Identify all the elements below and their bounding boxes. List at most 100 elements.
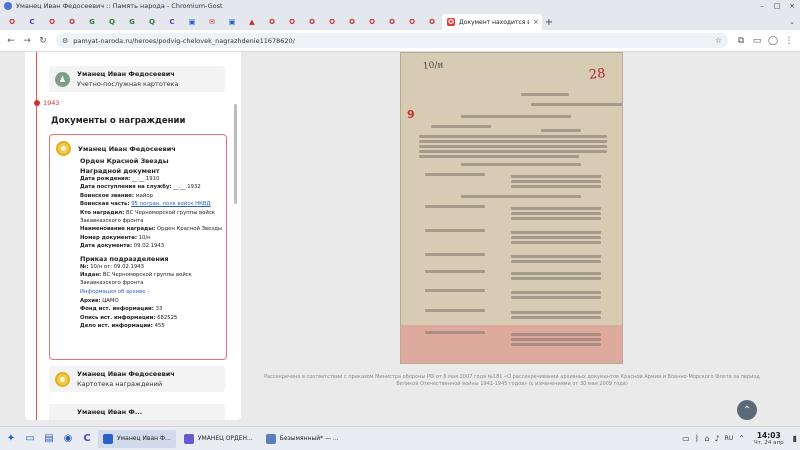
taskbar-task[interactable]: УМАНЕЦ ОРДЕН...	[179, 430, 258, 448]
display-icon[interactable]: ▭	[682, 434, 690, 443]
browser-tab[interactable]: ✪	[282, 14, 302, 30]
browser-tab[interactable]: ✪	[422, 14, 442, 30]
card-service-record[interactable]: ♟ Уманец Иван Федосеевич Учетно-послужна…	[49, 66, 225, 92]
network-icon[interactable]: ⌂	[704, 434, 709, 443]
browser-tab[interactable]: ✪	[342, 14, 362, 30]
tab-favicon-icon: C	[29, 18, 35, 26]
browser-tab[interactable]: ✪	[302, 14, 322, 30]
document-red-mark: 9	[407, 108, 415, 121]
section-title: Документы о награждении	[51, 116, 186, 126]
show-desktop-icon[interactable]: ▮	[793, 434, 797, 443]
browser-tab[interactable]: ✪	[382, 14, 402, 30]
browser-tab[interactable]: ✪	[262, 14, 282, 30]
forward-arrow-icon[interactable]: →	[20, 34, 34, 48]
browser-tab[interactable]: C	[162, 14, 182, 30]
document-text-line	[511, 311, 601, 314]
browser-tab[interactable]: G	[122, 14, 142, 30]
close-window-icon[interactable]: ×	[788, 2, 796, 10]
tab-favicon-icon: ✪	[9, 18, 15, 26]
tab-favicon-icon: ✪	[389, 18, 395, 26]
minimize-icon[interactable]: –	[758, 2, 766, 10]
tab-favicon-icon: Q	[149, 18, 155, 26]
tab-search-icon[interactable]: ⌄	[784, 14, 800, 30]
profile-icon[interactable]: ◯	[766, 34, 780, 48]
document-text-line	[511, 217, 601, 220]
award-field-row: №: 10/н от: 09.02.1943	[80, 263, 225, 271]
field-label: Издан:	[80, 272, 102, 279]
browser-tab[interactable]: ✪	[62, 14, 82, 30]
military-unit-link[interactable]: 95 погран. полк войск НКВД	[131, 201, 210, 207]
browser-tab[interactable]: ▲	[242, 14, 262, 30]
tab-strip: ✪ C ✪ ✪ G Q G Q C ▣ ✉ ▣ ▲ ✪ ✪ ✪ ✪ ✪ ✪ ✪ ✪ ✪ ✪ Документ находитс…	[0, 12, 800, 30]
chevron-up-icon: ⌃	[742, 404, 752, 416]
extensions-icon[interactable]: ⧉	[734, 34, 748, 48]
browser-tab[interactable]: ✪	[322, 14, 342, 30]
browser-tab[interactable]: Q	[142, 14, 162, 30]
award-field-row: Номер документа: 10/н	[80, 234, 225, 242]
document-handwritten-number: 10/н	[422, 60, 444, 72]
menu-kebab-icon[interactable]: ⋮	[782, 34, 796, 48]
start-menu-icon[interactable]: ✦	[3, 431, 19, 447]
tab-title: Документ находится в: ...	[459, 18, 529, 26]
browser-tab[interactable]: ✪	[402, 14, 422, 30]
field-value: 682525	[157, 314, 178, 321]
window-titlebar: Уманец Иван Федосеевич :: Память народа …	[0, 0, 800, 12]
panel-scrollbar[interactable]	[234, 104, 237, 204]
document-text-line	[419, 145, 607, 148]
back-arrow-icon[interactable]: ←	[4, 34, 18, 48]
field-value: Орден Красной Звезды	[156, 226, 223, 233]
task-label: Безымянный* — ...	[279, 435, 339, 442]
document-text-line	[419, 135, 607, 138]
new-tab-button[interactable]: +	[542, 14, 556, 30]
field-value: 33	[155, 306, 163, 313]
taskbar-task[interactable]: Уманец Иван Ф...	[98, 429, 176, 448]
desktop-icon[interactable]: ▭	[22, 431, 38, 447]
document-text-line	[511, 185, 601, 188]
tab-favicon-icon: ✪	[409, 18, 415, 26]
document-text-line	[541, 129, 581, 132]
browser-tab[interactable]: ✪	[42, 14, 62, 30]
url-text[interactable]: pamyat-naroda.ru/heroes/podvig-chelovek_…	[73, 37, 710, 45]
document-text-line	[461, 115, 571, 118]
browser-tab[interactable]: Q	[102, 14, 122, 30]
browser-tab[interactable]: C	[22, 14, 42, 30]
reload-icon[interactable]: ↻	[36, 34, 50, 48]
browser-tab-active[interactable]: ✪ Документ находится в: ... ×	[442, 14, 542, 30]
keyboard-layout[interactable]: RU	[725, 435, 734, 442]
taskbar-task[interactable]: Безымянный* — ...	[261, 430, 344, 448]
volume-icon[interactable]: ♪	[715, 434, 720, 443]
maximize-icon[interactable]: □	[773, 2, 781, 10]
scanned-award-document[interactable]: 10/н 28 9	[400, 52, 623, 364]
browser-tab[interactable]: ✪	[362, 14, 382, 30]
field-value: 455	[154, 323, 165, 330]
award-field-row: Кто наградил: ВС Черноморской группы вой…	[80, 209, 225, 226]
tab-favicon-icon: ✪	[69, 18, 75, 26]
tab-close-icon[interactable]: ×	[533, 18, 539, 26]
address-bar[interactable]: ⚙ pamyat-naroda.ru/heroes/podvig-chelove…	[56, 33, 728, 48]
firefox-icon[interactable]: ◉	[60, 431, 76, 447]
card-award-file[interactable]: Уманец Иван Федосеевич Картотека награжд…	[49, 366, 225, 392]
site-info-icon[interactable]: ⚙	[62, 37, 68, 45]
field-value: 10/н	[138, 234, 151, 241]
tray-expand-icon[interactable]: ⌃	[738, 434, 745, 443]
files-icon[interactable]: ▤	[41, 431, 57, 447]
chromium-gost-icon[interactable]: C	[79, 431, 95, 447]
bookmark-star-icon[interactable]: ☆	[715, 36, 722, 45]
browser-tab[interactable]: ✪	[2, 14, 22, 30]
browser-tab[interactable]: G	[82, 14, 102, 30]
sidebar-icon[interactable]: ▭	[750, 34, 764, 48]
browser-tab[interactable]: ✉	[202, 14, 222, 30]
browser-tab[interactable]: ▣	[222, 14, 242, 30]
award-field-row: Дата рождения: __.__.1910	[80, 175, 225, 183]
order-heading: Приказ подразделения	[80, 254, 169, 263]
award-field-row: Воинское звание: майор	[80, 192, 225, 200]
scroll-top-button[interactable]: ⌃	[737, 400, 757, 420]
card-partial[interactable]: Уманец Иван Ф...	[49, 404, 225, 420]
browser-tab[interactable]: ▣	[182, 14, 202, 30]
document-text-line	[431, 125, 491, 128]
bluetooth-icon[interactable]: ᛒ	[695, 434, 700, 443]
document-text-line	[425, 331, 485, 334]
document-text-line	[511, 255, 601, 258]
clock[interactable]: 14:03 Чт, 24 апр	[754, 431, 784, 446]
archive-info-link[interactable]: Информация об архиве ›	[80, 288, 225, 297]
